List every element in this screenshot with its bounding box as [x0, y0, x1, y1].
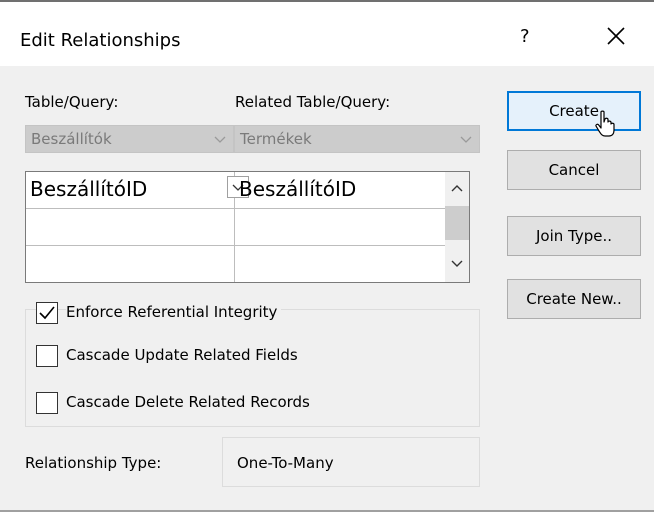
dialog-title: Edit Relationships	[20, 30, 181, 51]
table-query-combo[interactable]: Beszállítók	[25, 125, 234, 153]
cancel-button-label: Cancel	[548, 161, 600, 179]
scroll-down-icon[interactable]	[449, 256, 465, 272]
grid-scrollbar[interactable]	[445, 172, 469, 282]
create-button-label: Create	[549, 102, 599, 120]
related-table-query-label: Related Table/Query:	[235, 93, 391, 111]
cancel-button[interactable]: Cancel	[507, 150, 641, 190]
enforce-integrity-checkbox[interactable]	[36, 302, 58, 324]
close-icon[interactable]	[604, 24, 628, 48]
chevron-down-icon	[460, 136, 472, 143]
grid-cell-field-3[interactable]	[26, 246, 234, 282]
grid-cell-field-1[interactable]: BeszállítóID	[26, 172, 249, 208]
cascade-delete-label[interactable]: Cascade Delete Related Records	[66, 393, 310, 411]
grid-cell-field-2[interactable]	[26, 209, 234, 245]
enforce-integrity-label[interactable]: Enforce Referential Integrity	[66, 303, 282, 321]
join-type-button[interactable]: Join Type..	[507, 216, 641, 256]
create-new-button[interactable]: Create New..	[507, 279, 641, 319]
scroll-up-icon[interactable]	[449, 180, 465, 196]
related-table-query-combo[interactable]: Termékek	[234, 125, 480, 153]
grid-cell-related-field-3[interactable]	[235, 246, 445, 282]
relationship-type-box: One-To-Many	[222, 437, 480, 487]
relationship-type-value: One-To-Many	[237, 454, 334, 472]
grid-cell-related-field-2[interactable]	[235, 209, 445, 245]
cascade-delete-checkbox[interactable]	[36, 392, 58, 414]
related-field-name: BeszállítóID	[239, 177, 357, 201]
chevron-down-icon	[214, 136, 226, 143]
related-table-query-value: Termékek	[240, 130, 312, 148]
title-bar: Edit Relationships ?	[0, 2, 654, 66]
create-new-button-label: Create New..	[526, 290, 622, 308]
table-query-label: Table/Query:	[25, 93, 119, 111]
cascade-update-checkbox[interactable]	[36, 345, 58, 367]
hand-cursor-icon	[595, 110, 615, 137]
field-name: BeszállítóID	[30, 177, 148, 201]
checkmark-icon	[39, 306, 55, 320]
relationship-type-label: Relationship Type:	[25, 454, 162, 472]
table-query-value: Beszállítók	[31, 130, 112, 148]
grid-cell-related-field-1[interactable]: BeszállítóID	[235, 172, 445, 208]
fields-grid: BeszállítóID BeszállítóID	[25, 171, 470, 283]
join-type-button-label: Join Type..	[535, 227, 613, 245]
help-button[interactable]: ?	[520, 26, 530, 47]
create-button[interactable]: Create	[507, 91, 641, 131]
cascade-update-label[interactable]: Cascade Update Related Fields	[66, 346, 298, 364]
scrollbar-thumb[interactable]	[445, 206, 469, 240]
